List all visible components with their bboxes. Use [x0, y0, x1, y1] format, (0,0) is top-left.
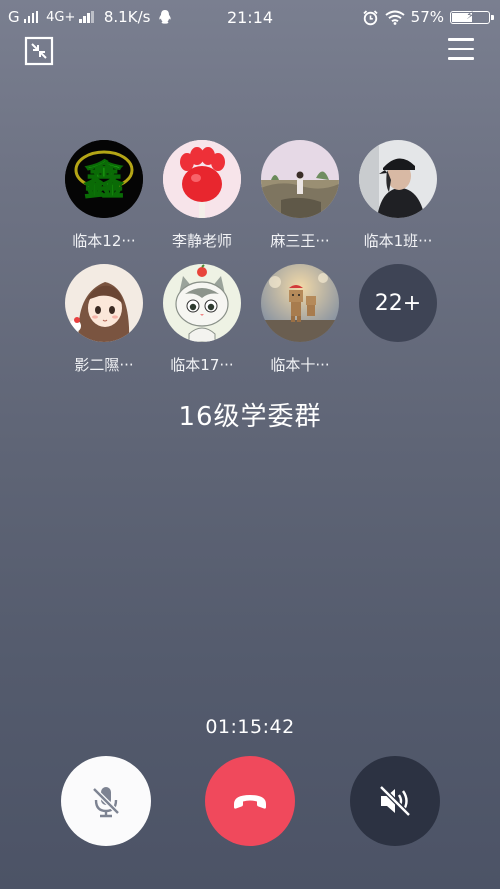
speaker-button[interactable] [350, 756, 440, 846]
member-avatar [359, 140, 437, 218]
alarm-icon [363, 9, 378, 25]
member-item[interactable]: 鑫 临本12··· [55, 140, 153, 251]
member-avatar [261, 264, 339, 342]
member-name: 临本17··· [170, 356, 234, 374]
menu-icon [448, 38, 474, 41]
minimize-button[interactable] [24, 36, 54, 66]
logo-char: 鑫 [84, 158, 124, 204]
outdoor-photo-avatar [261, 140, 339, 218]
member-item[interactable]: 临本17··· [153, 264, 251, 375]
hangup-button[interactable] [205, 756, 295, 846]
cartoon-cat-avatar [163, 264, 241, 342]
member-item[interactable]: 临本1班··· [349, 140, 447, 251]
member-item[interactable]: 麻三王··· [251, 140, 349, 251]
member-name: 临本1班··· [363, 232, 433, 250]
more-count-badge: 22+ [359, 264, 437, 342]
member-item[interactable]: 李静老师 [153, 140, 251, 251]
mic-off-icon [92, 787, 120, 818]
menu-button[interactable] [448, 38, 474, 62]
speaker-off-icon [379, 785, 411, 817]
anime-girl-avatar [65, 264, 143, 342]
group-name: 16级学委群 [178, 402, 322, 432]
battery-icon: ⚡ [450, 8, 494, 24]
member-avatar [261, 140, 339, 218]
member-item[interactable]: 影二隰··· [55, 264, 153, 375]
cap-person-avatar [359, 140, 437, 218]
status-right: 57% ⚡ [362, 8, 494, 26]
paw-candy-avatar [163, 140, 241, 218]
mute-button[interactable] [61, 756, 151, 846]
member-avatar: 鑫 [65, 140, 143, 218]
member-item[interactable]: 临本十··· [251, 264, 349, 375]
wifi-icon [385, 10, 405, 25]
xin-logo-avatar: 鑫 [65, 140, 143, 218]
menu-icon-bar [448, 47, 474, 50]
member-avatar [163, 264, 241, 342]
member-name: 李静老师 [171, 232, 232, 250]
member-avatar [65, 264, 143, 342]
danbo-figure-avatar [261, 264, 339, 342]
member-name: 影二隰··· [74, 356, 134, 374]
battery-percent: 57% [410, 8, 444, 26]
call-duration: 01:15:42 [205, 716, 295, 738]
member-name: 麻三王··· [270, 232, 330, 250]
member-name: 临本12··· [72, 232, 136, 250]
more-members-button[interactable]: 22+ [349, 264, 447, 342]
member-name: 临本十··· [270, 356, 330, 374]
menu-icon-bar [448, 57, 474, 60]
phone-hangup-icon [234, 795, 266, 809]
minimize-arrows-icon [24, 36, 54, 66]
charging-bolt-icon: ⚡ [466, 8, 474, 22]
member-avatar [163, 140, 241, 218]
status-bar: G 4G+ 8.1K/s 21:14 57% ⚡ [0, 0, 500, 36]
